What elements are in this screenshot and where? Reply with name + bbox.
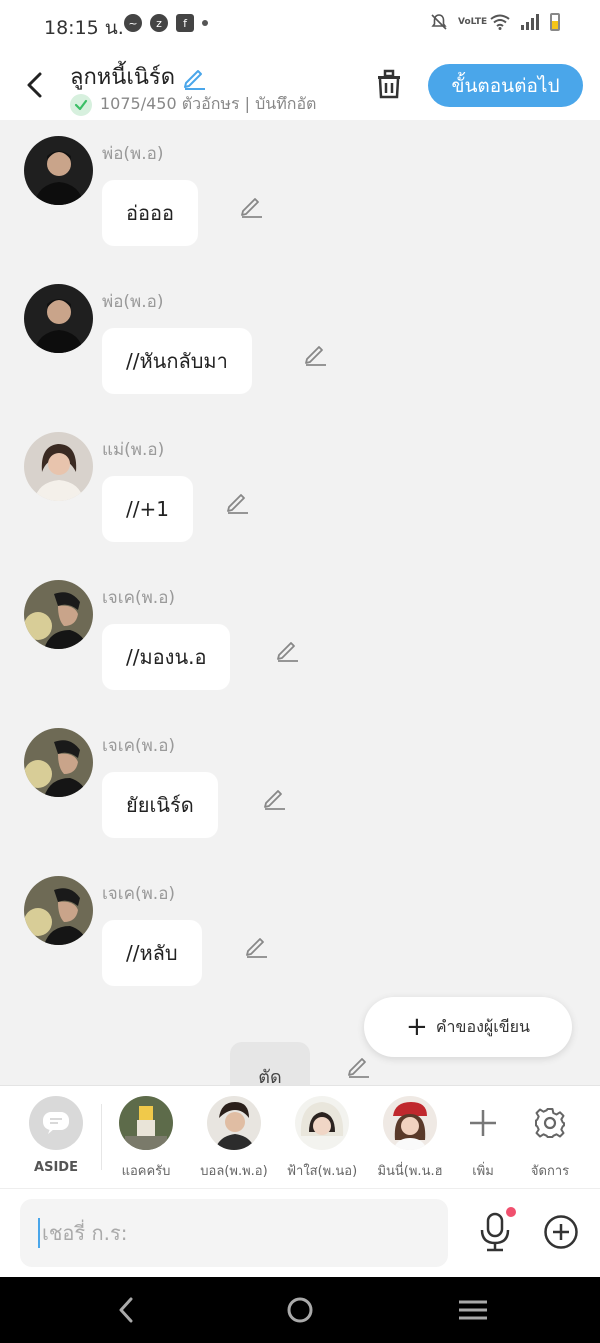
signal-icon	[521, 14, 539, 30]
chat-message[interactable]: พ่อ(พ.อ) //หันกลับมา	[0, 268, 600, 416]
pencil-icon[interactable]	[302, 340, 328, 366]
message-input-placeholder: เชอรี่ ก.ร:	[42, 1221, 128, 1245]
pencil-icon[interactable]	[243, 932, 269, 958]
character-name: แอคครับ	[121, 1164, 171, 1179]
plus-icon	[456, 1096, 510, 1150]
status-time: 18:15 น.	[44, 17, 124, 39]
nav-back-icon[interactable]	[107, 1295, 147, 1325]
author-words-button[interactable]: + คำของผู้เขียน	[364, 997, 572, 1057]
avatar[interactable]	[24, 284, 93, 353]
chat-message[interactable]: แม่(พ.อ) //+1	[0, 416, 600, 564]
sender-name: เจเค(พ.อ)	[102, 884, 176, 904]
notification-dot	[506, 1207, 516, 1217]
chat-message[interactable]: เจเค(พ.อ) ยัยเนิร์ด	[0, 712, 600, 860]
character-item[interactable]: ฟ้าใส(พ.นอ)	[277, 1096, 367, 1181]
check-icon	[70, 93, 92, 116]
pencil-icon[interactable]	[238, 192, 264, 218]
gear-icon	[523, 1096, 577, 1150]
character-name: ฟ้าใส(พ.นอ)	[286, 1164, 358, 1179]
text-caret	[38, 1218, 40, 1248]
pencil-icon[interactable]	[345, 1052, 371, 1078]
story-title[interactable]: ลูกหนี้เนิร์ด	[70, 59, 207, 94]
character-name: ASIDE	[34, 1160, 78, 1175]
microphone-icon[interactable]	[478, 1211, 512, 1253]
character-avatar	[119, 1096, 173, 1150]
chat-message[interactable]: เจเค(พ.อ) //หลับ	[0, 860, 600, 1008]
message-bubble[interactable]: //มองน.อ	[102, 624, 231, 690]
more-notifications-icon	[202, 20, 208, 26]
zalo-icon: z	[150, 14, 168, 32]
avatar[interactable]	[24, 876, 93, 945]
messenger-icon: ~	[124, 14, 142, 32]
chat-message[interactable]: เจเค(พ.อ) //มองน.อ	[0, 564, 600, 712]
avatar[interactable]	[24, 728, 93, 797]
character-count-status: 1075/450 ตัวอักษร | บันทึกอัต	[70, 92, 350, 117]
pencil-icon[interactable]	[224, 488, 250, 514]
character-count-text: 1075/450 ตัวอักษร | บันทึกอัต	[100, 94, 317, 113]
next-step-button[interactable]: ขั้นตอนต่อไป	[428, 64, 583, 107]
plus-icon: +	[406, 1012, 428, 1042]
battery-icon	[550, 13, 560, 31]
trash-icon[interactable]	[374, 68, 404, 100]
sender-name: พ่อ(พ.อ)	[102, 144, 164, 164]
sender-name: แม่(พ.อ)	[102, 440, 165, 460]
manage-characters-button[interactable]: จัดการ	[507, 1096, 593, 1181]
sender-name: พ่อ(พ.อ)	[102, 292, 164, 312]
character-name: บอล(พ.พ.อ)	[200, 1164, 268, 1179]
manage-characters-label: จัดการ	[530, 1164, 570, 1179]
character-selector: ASIDE แอคครับ บอล(พ.พ.อ) ฟ้าใส(พ.นอ) มิน…	[0, 1085, 600, 1188]
editor-header: ลูกหนี้เนิร์ด 1075/450 ตัวอักษร | บันทึก…	[0, 50, 600, 120]
message-bubble[interactable]: อ่อออ	[102, 180, 199, 246]
message-bubble[interactable]: ยัยเนิร์ด	[102, 772, 218, 838]
system-navigation-bar	[0, 1277, 600, 1343]
character-item[interactable]: บอล(พ.พ.อ)	[189, 1096, 279, 1181]
message-input-bar: เชอรี่ ก.ร:	[0, 1188, 600, 1277]
character-item[interactable]: แอคครับ	[101, 1096, 191, 1181]
pencil-icon[interactable]	[274, 636, 300, 662]
sender-name: เจเค(พ.อ)	[102, 736, 176, 756]
sender-name: เจเค(พ.อ)	[102, 588, 176, 608]
pencil-icon[interactable]	[261, 784, 287, 810]
back-arrow-icon[interactable]	[22, 68, 50, 102]
edit-title-icon[interactable]	[181, 64, 207, 90]
avatar[interactable]	[24, 580, 93, 649]
add-circle-icon[interactable]	[543, 1214, 579, 1250]
aside-avatar	[29, 1096, 83, 1150]
chat-message[interactable]: พ่อ(พ.อ) อ่อออ	[0, 120, 600, 268]
character-avatar	[295, 1096, 349, 1150]
message-bubble[interactable]: //+1	[102, 476, 193, 542]
status-bar: 18:15 น. ~ z f VoLTE	[0, 0, 600, 50]
nav-recents-icon[interactable]	[453, 1295, 493, 1325]
character-avatar	[383, 1096, 437, 1150]
mute-icon	[431, 14, 447, 30]
message-input[interactable]: เชอรี่ ก.ร:	[20, 1199, 448, 1267]
nav-home-icon[interactable]	[280, 1295, 320, 1325]
avatar[interactable]	[24, 432, 93, 501]
chat-area[interactable]: พ่อ(พ.อ) อ่อออ พ่อ(พ.อ) //หันกลับมา แม่(…	[0, 120, 600, 1085]
character-aside[interactable]: ASIDE	[11, 1096, 101, 1175]
message-bubble[interactable]: //หันกลับมา	[102, 328, 252, 394]
facebook-icon: f	[176, 14, 194, 32]
author-words-label: คำของผู้เขียน	[435, 1016, 530, 1036]
narration-bubble[interactable]: ตัด	[230, 1042, 310, 1085]
avatar[interactable]	[24, 136, 93, 205]
character-avatar	[207, 1096, 261, 1150]
volte-icon: VoLTE	[458, 16, 488, 27]
wifi-icon	[490, 14, 510, 30]
message-bubble[interactable]: //หลับ	[102, 920, 202, 986]
story-title-text: ลูกหนี้เนิร์ด	[70, 65, 176, 90]
